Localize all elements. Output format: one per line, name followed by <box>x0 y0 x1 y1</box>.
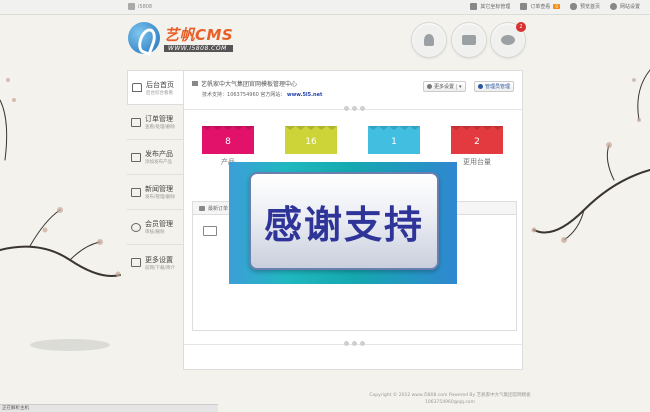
panel-title: 最新订单 <box>208 205 229 212</box>
admin-manage-label: 管理员管理 <box>485 84 511 90</box>
order-icon <box>520 3 528 10</box>
thanks-overlay[interactable]: 感谢支持 <box>229 162 457 284</box>
stat-tiles: 8 产品 16 1 2 更用台量 <box>202 126 503 167</box>
sidebar-item-news[interactable]: 新闻管理发布/管理/删除 <box>127 175 183 210</box>
sidebar-item-title: 订单管理 <box>145 115 173 123</box>
sidebar-item-sub: 发布/管理/删除 <box>145 195 176 200</box>
top-nav-label: 其它坐标管理 <box>480 4 511 10</box>
sidebar-item-home[interactable]: 后台首页 后台综合看看 <box>127 70 183 105</box>
stat-value: 2 <box>451 126 503 154</box>
top-nav-orders[interactable]: 订单查看 0 <box>520 3 560 10</box>
support-url[interactable]: www.5l5.net <box>287 92 322 98</box>
support-text: 1063754960 官方网站： <box>227 92 286 98</box>
sidebar-item-sub: 查看/处理/删除 <box>145 125 176 130</box>
stat-tile-orders[interactable]: 1 <box>368 126 420 167</box>
gear-icon <box>427 84 432 89</box>
truck-circle-button[interactable] <box>451 22 487 58</box>
sidebar-item-sub: 前网/下载/简介 <box>145 265 176 271</box>
admin-icon <box>478 84 483 89</box>
stat-value: 8 <box>202 126 254 154</box>
footer: Copyright © 2012 www.i5808.com Powered B… <box>330 392 570 406</box>
top-nav-settings[interactable]: 网站设置 <box>609 3 640 10</box>
cart-icon <box>203 226 217 236</box>
chart-icon <box>131 258 141 267</box>
logo[interactable]: 艺帆CMS WWW.I5808.COM <box>128 22 234 54</box>
thanks-text: 感谢支持 <box>263 201 424 247</box>
message-badge: 2 <box>516 22 526 32</box>
chat-icon <box>501 35 515 45</box>
top-nav-label: 订单查看 <box>530 4 551 10</box>
stat-tile-products[interactable]: 8 产品 <box>202 126 254 167</box>
thanks-box: 感谢支持 <box>249 172 439 270</box>
user-circle-button[interactable] <box>411 22 447 58</box>
sidebar-item-title: 更多设置 <box>145 255 173 264</box>
logo-icon <box>128 22 160 54</box>
message-circle-button[interactable]: 2 <box>490 22 526 58</box>
document-icon <box>470 3 478 10</box>
sidebar: 后台首页 后台综合看看 订单管理 查看/处理/删除 发布产品 添加发布产品 新闻管理发… <box>127 70 183 280</box>
sidebar-item-orders[interactable]: 订单管理查看/处理/删除 <box>127 105 183 140</box>
stat-tile-news[interactable]: 16 <box>285 126 337 167</box>
sidebar-item-title: 发布产品 <box>145 150 173 158</box>
top-nav-label: 预览首页 <box>579 4 600 10</box>
branch-decoration-right <box>531 69 650 243</box>
sidebar-item-sub: 审核/删除 <box>145 230 165 235</box>
sidebar-item-products[interactable]: 发布产品添加发布产品 <box>127 140 183 175</box>
news-icon <box>131 187 141 197</box>
logo-url: WWW.I5808.COM <box>164 45 234 52</box>
stat-label: 更用台量 <box>463 158 491 166</box>
pager-dots-top <box>344 106 365 111</box>
sidebar-item-title: 会员管理 <box>145 220 173 228</box>
mail-icon <box>131 117 141 127</box>
speaker-icon <box>192 81 198 86</box>
sidebar-item-settings[interactable]: 更多设置 前网/下载/简介 <box>127 245 183 280</box>
gear-icon <box>609 3 617 10</box>
top-nav-other[interactable]: 其它坐标管理 <box>470 3 510 10</box>
edit-icon <box>131 152 141 162</box>
logo-name: 艺帆CMS <box>164 26 234 44</box>
top-nav-preview[interactable]: 预览首页 <box>569 3 600 10</box>
top-nav: 其它坐标管理 订单查看 0 预览首页 网站设置 <box>470 3 640 10</box>
contact-email: 1063754960@qq.com <box>425 400 475 405</box>
stat-tile-messages[interactable]: 2 更用台量 <box>451 126 503 167</box>
user-group-icon <box>424 34 434 46</box>
top-nav-label: 网站设置 <box>619 4 640 10</box>
admin-manage-button[interactable]: 管理员管理 <box>474 81 515 92</box>
username: i5808 <box>138 3 153 10</box>
copyright: Copyright © 2012 www.i5808.com Powered B… <box>369 393 531 398</box>
pager-dots-bottom <box>344 341 365 346</box>
list-icon <box>199 205 205 211</box>
branch-decoration-left <box>0 78 121 351</box>
home-icon <box>132 83 142 92</box>
welcome-header: 艺帆家中大气集团官网模板管理中心 技术支持：1063754960 官方网站： w… <box>192 79 322 98</box>
chevron-down-icon: ▾ <box>456 83 462 90</box>
more-settings-label: 更多设置 <box>434 84 455 90</box>
welcome-text: 艺帆家中大气集团官网模板管理中心 <box>201 81 298 88</box>
support-label: 技术支持： <box>202 92 228 98</box>
status-bar: 正在解析主机 <box>0 404 218 412</box>
truck-icon <box>462 35 476 45</box>
more-settings-button[interactable]: 更多设置 ▾ <box>423 81 466 92</box>
sidebar-item-title: 后台首页 <box>146 80 174 89</box>
sidebar-item-sub: 添加发布产品 <box>145 160 172 165</box>
members-icon <box>131 222 141 232</box>
user-icon <box>128 3 135 10</box>
user-info[interactable]: i5808 <box>128 3 152 10</box>
order-badge: 0 <box>553 4 560 9</box>
stat-value: 16 <box>285 126 337 154</box>
sidebar-item-members[interactable]: 会员管理审核/删除 <box>127 210 183 245</box>
top-bar: i5808 其它坐标管理 订单查看 0 预览首页 网站设置 <box>0 0 650 15</box>
sidebar-item-title: 新闻管理 <box>145 185 173 193</box>
cloud-icon <box>569 3 577 10</box>
sidebar-item-sub: 后台综合看看 <box>146 90 173 96</box>
stat-value: 1 <box>368 126 420 154</box>
